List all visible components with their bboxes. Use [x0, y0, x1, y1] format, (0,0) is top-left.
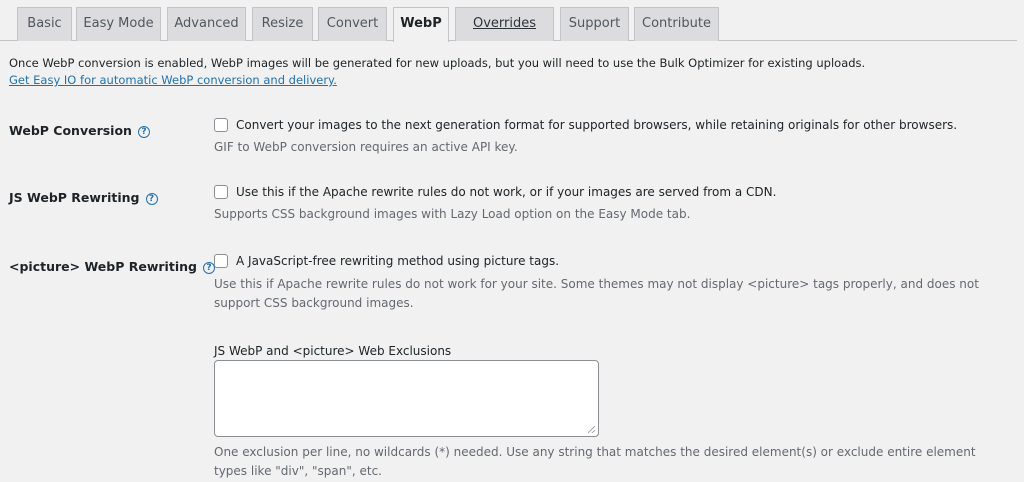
intro-text: Once WebP conversion is enabled, WebP im…	[9, 55, 1009, 89]
picture-webp-checkbox[interactable]	[214, 254, 228, 268]
tab-advanced[interactable]: Advanced	[167, 7, 246, 41]
js-webp-checkbox-label: Use this if the Apache rewrite rules do …	[236, 185, 777, 199]
settings-page: Basic Easy Mode Advanced Resize Convert …	[0, 0, 1024, 482]
tab-support[interactable]: Support	[560, 7, 629, 41]
js-webp-label: JS WebP Rewriting?	[9, 190, 158, 205]
tab-easy-mode[interactable]: Easy Mode	[76, 7, 161, 41]
picture-webp-checkbox-label: A JavaScript-free rewriting method using…	[236, 254, 560, 268]
help-icon[interactable]: ?	[145, 193, 158, 205]
exclusions-textarea[interactable]	[214, 360, 599, 437]
easy-io-link[interactable]: Get Easy IO for automatic WebP conversio…	[9, 73, 337, 87]
webp-conversion-checkbox[interactable]	[214, 118, 228, 132]
webp-conversion-option[interactable]: Convert your images to the next generati…	[214, 118, 957, 132]
tab-contribute[interactable]: Contribute	[634, 7, 719, 41]
tab-webp[interactable]: WebP	[393, 7, 449, 42]
tab-bar: Basic Easy Mode Advanced Resize Convert …	[0, 0, 1017, 42]
exclusions-label: JS WebP and <picture> Web Exclusions	[214, 344, 452, 358]
js-webp-option[interactable]: Use this if the Apache rewrite rules do …	[214, 185, 776, 199]
picture-webp-description: Use this if Apache rewrite rules do not …	[214, 277, 979, 310]
webp-conversion-checkbox-label: Convert your images to the next generati…	[236, 118, 958, 132]
picture-webp-option[interactable]: A JavaScript-free rewriting method using…	[214, 254, 559, 268]
webp-conversion-label: WebP Conversion?	[9, 123, 150, 138]
resize-handle-icon[interactable]	[588, 426, 595, 433]
tab-convert[interactable]: Convert	[318, 7, 387, 41]
webp-conversion-description: GIF to WebP conversion requires an activ…	[214, 140, 518, 154]
intro-description: Once WebP conversion is enabled, WebP im…	[9, 56, 866, 70]
tab-basic[interactable]: Basic	[17, 7, 72, 41]
picture-webp-label: <picture> WebP Rewriting?	[9, 259, 215, 274]
js-webp-checkbox[interactable]	[214, 185, 228, 199]
tab-overrides[interactable]: Overrides	[455, 7, 554, 41]
exclusions-description: One exclusion per line, no wildcards (*)…	[214, 445, 976, 478]
tab-resize[interactable]: Resize	[252, 7, 313, 41]
help-icon[interactable]: ?	[137, 126, 150, 138]
js-webp-description: Supports CSS background images with Lazy…	[214, 207, 691, 221]
